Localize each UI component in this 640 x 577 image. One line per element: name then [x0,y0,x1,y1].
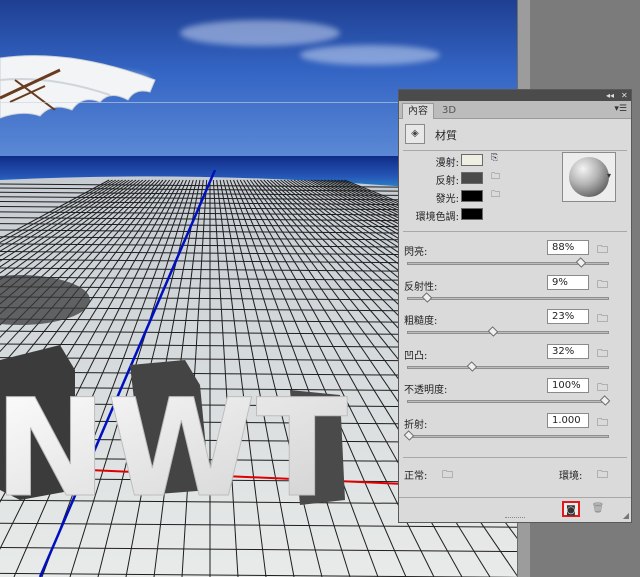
property-slider[interactable] [407,395,611,406]
collapse-icon[interactable]: ◂◂ [606,90,614,101]
cloud [300,45,440,65]
property-label: 粗糙度: [404,316,438,327]
trash-icon[interactable]: 🗑 [589,501,607,517]
folder-icon[interactable]: 🗀 [597,345,608,364]
tab-3d[interactable]: 3D [437,103,461,118]
folder-icon[interactable]: 🗀 [597,241,608,260]
slider-thumb[interactable] [403,430,415,441]
slider-thumb[interactable] [575,257,587,268]
panel-menu-icon[interactable]: ▾☰ [614,104,627,114]
text-3d-label: NWT [0,370,348,510]
property-label: 不透明度: [404,385,448,396]
folder-icon[interactable]: 🗀 [597,276,608,295]
property-value-input[interactable]: 9% [547,275,589,290]
material-preview-sphere [569,157,609,197]
panel-titlebar[interactable]: ◂◂ ✕ [399,90,631,101]
material-picker[interactable]: ▾ [562,152,616,202]
slider-thumb[interactable] [599,395,611,406]
divider [403,231,627,232]
property-slider[interactable] [407,257,609,268]
property-value-input[interactable]: 1.000 [547,413,589,428]
new-material-icon[interactable]: ◙ [562,501,580,517]
3d-text-object[interactable]: NWT [0,330,400,510]
property-slider[interactable] [407,292,609,303]
illumination-swatch[interactable] [461,190,483,202]
reflection-row: 反射: [399,172,459,188]
divider [403,457,627,458]
property-value-input[interactable]: 32% [547,344,589,359]
environment-label: 環境: [559,471,583,482]
slider-thumb[interactable] [487,326,499,337]
property-value-input[interactable]: 100% [547,378,589,393]
slider-thumb[interactable] [421,292,433,303]
normal-folder-icon[interactable]: 🗀 [442,466,453,485]
property-label: 反射性: [404,282,438,293]
diffuse-swatch[interactable] [461,154,483,166]
property-slider[interactable] [403,430,609,441]
property-label: 凹凸: [404,351,428,362]
chevron-down-icon[interactable]: ▾ [607,171,611,180]
tab-3d-label: 3D [442,105,457,116]
diffuse-row: 漫射: [399,154,459,170]
properties-panel: ◂◂ ✕ 內容 3D ▾☰ ◈ 材質 漫射: ⎘ 反射: 🗀 發光: 🗀 環境色… [398,89,632,523]
slider-thumb[interactable] [466,361,478,372]
close-icon[interactable]: ✕ [621,90,628,101]
property-value-input[interactable]: 23% [547,309,589,324]
panel-footer: ◙ 🗑 ◢ [399,497,631,522]
diffuse-label: 漫射: [435,158,459,169]
illumination-row: 發光: [399,190,459,206]
illumination-label: 發光: [435,194,459,205]
folder-icon[interactable]: 🗀 [597,379,608,398]
ambient-swatch[interactable] [461,208,483,220]
resize-grip-dots [505,517,525,521]
ambient-label: 環境色調: [415,212,459,223]
tab-properties[interactable]: 內容 [402,103,434,119]
panel-title: 材質 [435,129,457,142]
folder-icon[interactable]: 🗀 [597,310,608,329]
tab-bar: 內容 3D ▾☰ [399,101,631,119]
environment-folder-icon[interactable]: 🗀 [597,466,608,485]
ambient-row: 環境色調: [399,208,459,224]
resize-handle-icon[interactable]: ◢ [623,511,629,520]
property-value-input[interactable]: 88% [547,240,589,255]
property-label: 閃亮: [404,247,428,258]
reflection-swatch[interactable] [461,172,483,184]
property-slider[interactable] [407,326,609,337]
folder-icon[interactable]: 🗀 [597,414,608,433]
texture-icon[interactable]: ⎘ [491,154,502,163]
folder-icon[interactable]: 🗀 [491,173,502,182]
reflection-label: 反射: [435,176,459,187]
folder-icon[interactable]: 🗀 [491,191,502,200]
normal-label: 正常: [404,471,428,482]
beach-umbrella [0,55,156,119]
divider [403,150,627,151]
property-slider[interactable] [407,361,609,372]
tab-properties-label: 內容 [408,106,428,117]
property-label: 折射: [404,420,428,431]
material-icon: ◈ [405,124,425,144]
cloud [180,20,340,46]
